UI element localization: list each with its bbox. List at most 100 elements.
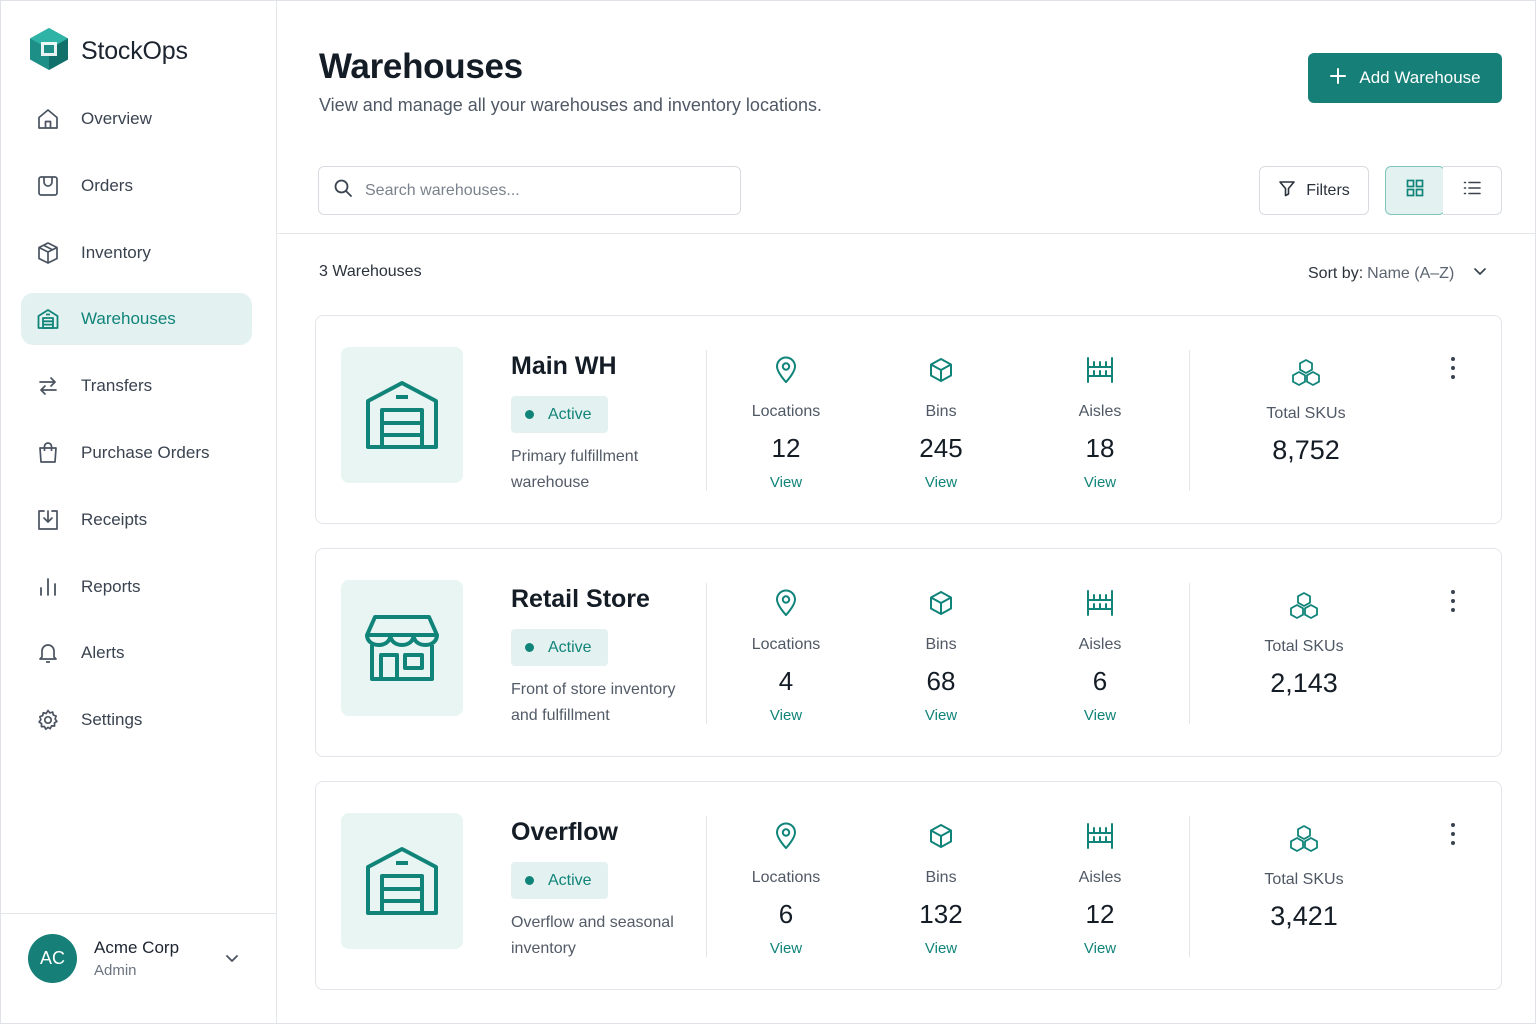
card-divider	[1189, 583, 1190, 724]
view-bins-link[interactable]: View	[925, 707, 957, 724]
bins-count: 132	[919, 899, 963, 929]
warehouse-icon	[341, 347, 463, 483]
search-input[interactable]	[365, 181, 705, 200]
aisles-count: 6	[1092, 666, 1108, 696]
download-tray-icon	[35, 507, 61, 533]
brand[interactable]: StockOps	[29, 27, 188, 76]
filters-button[interactable]: Filters	[1259, 166, 1369, 215]
filter-funnel-icon	[1278, 179, 1296, 202]
brand-name: StockOps	[81, 37, 188, 65]
grid-view-toggle[interactable]	[1385, 166, 1445, 215]
status-badge: Active	[511, 862, 608, 899]
locations-label: Locations	[751, 636, 821, 653]
total-skus-stat: Total SKUs 3,421	[1234, 824, 1374, 932]
add-warehouse-label: Add Warehouse	[1359, 68, 1481, 87]
sidebar-item-label: Overview	[81, 109, 152, 128]
map-pin-icon	[716, 589, 856, 619]
total-skus-count: 3,421	[1270, 901, 1338, 931]
shopping-bag-icon	[35, 440, 61, 466]
total-skus-count: 2,143	[1270, 668, 1338, 698]
cube-icon	[871, 589, 1011, 619]
page-subtitle: View and manage all your warehouses and …	[319, 95, 822, 115]
card-divider	[1189, 350, 1190, 491]
warehouse-card[interactable]: Overflow Active Overflow and seasonal in…	[315, 781, 1502, 990]
status-label: Active	[548, 405, 592, 423]
total-skus-stat: Total SKUs 8,752	[1236, 358, 1376, 466]
more-options-icon[interactable]	[1442, 354, 1464, 382]
search-icon	[333, 178, 353, 203]
account-switcher[interactable]: AC Acme Corp Admin	[1, 913, 276, 1023]
card-divider	[706, 583, 707, 724]
stacked-cubes-icon	[1236, 358, 1376, 390]
sort-dropdown[interactable]: Sort by: Name (A–Z)	[1308, 263, 1488, 284]
view-locations-link[interactable]: View	[770, 474, 802, 491]
storefront-icon	[341, 580, 463, 716]
total-skus-stat: Total SKUs 2,143	[1234, 591, 1374, 699]
chevron-down-icon[interactable]	[223, 949, 241, 972]
locations-label: Locations	[751, 403, 821, 420]
sidebar-item-inventory[interactable]: Inventory	[21, 227, 252, 279]
warehouse-name[interactable]: Main WH	[511, 352, 617, 381]
toolbar-divider	[277, 233, 1535, 234]
warehouse-description: Primary fulfillment warehouse	[511, 448, 639, 491]
map-pin-icon	[716, 822, 856, 852]
locations-count: 12	[771, 433, 801, 463]
shelving-icon	[1030, 589, 1170, 619]
locations-count: 6	[778, 899, 794, 929]
bins-label: Bins	[925, 636, 957, 653]
bins-count: 245	[919, 433, 963, 463]
sidebar-item-overview[interactable]: Overview	[21, 93, 252, 145]
view-aisles-link[interactable]: View	[1084, 474, 1116, 491]
sidebar-item-warehouses[interactable]: Warehouses	[21, 293, 252, 346]
sidebar-item-purchase-orders[interactable]: Purchase Orders	[21, 427, 252, 479]
sidebar-nav: Overview Orders Inventory Warehouses Tra…	[21, 93, 252, 761]
sidebar-item-orders[interactable]: Orders	[21, 160, 252, 212]
warehouse-card[interactable]: Retail Store Active Front of store inven…	[315, 548, 1502, 757]
sidebar-item-alerts[interactable]: Alerts	[21, 627, 252, 679]
card-divider	[706, 350, 707, 491]
bins-stat: Bins 68 View	[871, 589, 1011, 725]
orders-icon	[35, 173, 61, 199]
avatar: AC	[28, 934, 77, 983]
locations-stat: Locations 4 View	[716, 589, 856, 725]
bins-label: Bins	[925, 869, 957, 886]
arrows-swap-icon	[35, 373, 61, 399]
add-warehouse-button[interactable]: Add Warehouse	[1308, 53, 1502, 103]
sidebar-item-receipts[interactable]: Receipts	[21, 494, 252, 546]
aisles-stat: Aisles 12 View	[1030, 822, 1170, 958]
sidebar-item-label: Reports	[81, 576, 141, 596]
sidebar: StockOps Overview Orders Inventory Wareh…	[1, 1, 277, 1023]
bins-count: 68	[926, 666, 956, 696]
sidebar-item-settings[interactable]: Settings	[21, 694, 252, 746]
warehouse-description: Front of store inventory and fulfillment	[511, 681, 676, 724]
sidebar-item-label: Warehouses	[81, 309, 176, 329]
view-aisles-link[interactable]: View	[1084, 707, 1116, 724]
warehouse-name[interactable]: Overflow	[511, 818, 618, 847]
warehouse-description: Overflow and seasonal inventory	[511, 914, 674, 957]
grid-icon	[1405, 178, 1425, 203]
view-bins-link[interactable]: View	[925, 940, 957, 957]
aisles-stat: Aisles 18 View	[1030, 356, 1170, 492]
warehouse-icon	[35, 306, 61, 332]
more-options-icon[interactable]	[1442, 820, 1464, 848]
locations-label: Locations	[751, 869, 821, 886]
sidebar-item-reports[interactable]: Reports	[21, 561, 252, 613]
view-locations-link[interactable]: View	[770, 707, 802, 724]
bell-icon	[35, 640, 61, 666]
list-view-toggle[interactable]	[1443, 166, 1502, 215]
sidebar-item-label: Purchase Orders	[81, 442, 210, 462]
home-icon	[35, 106, 61, 132]
total-skus-count: 8,752	[1272, 435, 1340, 465]
aisles-label: Aisles	[1078, 636, 1122, 653]
sort-prefix: Sort by:	[1308, 264, 1364, 282]
view-locations-link[interactable]: View	[770, 940, 802, 957]
sidebar-item-transfers[interactable]: Transfers	[21, 360, 252, 412]
view-aisles-link[interactable]: View	[1084, 940, 1116, 957]
sidebar-item-label: Receipts	[81, 509, 148, 529]
search-field[interactable]	[318, 166, 741, 215]
warehouse-card[interactable]: Main WH Active Primary fulfillment wareh…	[315, 315, 1502, 524]
more-options-icon[interactable]	[1442, 587, 1464, 615]
warehouse-name[interactable]: Retail Store	[511, 585, 650, 614]
bins-label: Bins	[925, 403, 957, 420]
view-bins-link[interactable]: View	[925, 474, 957, 491]
